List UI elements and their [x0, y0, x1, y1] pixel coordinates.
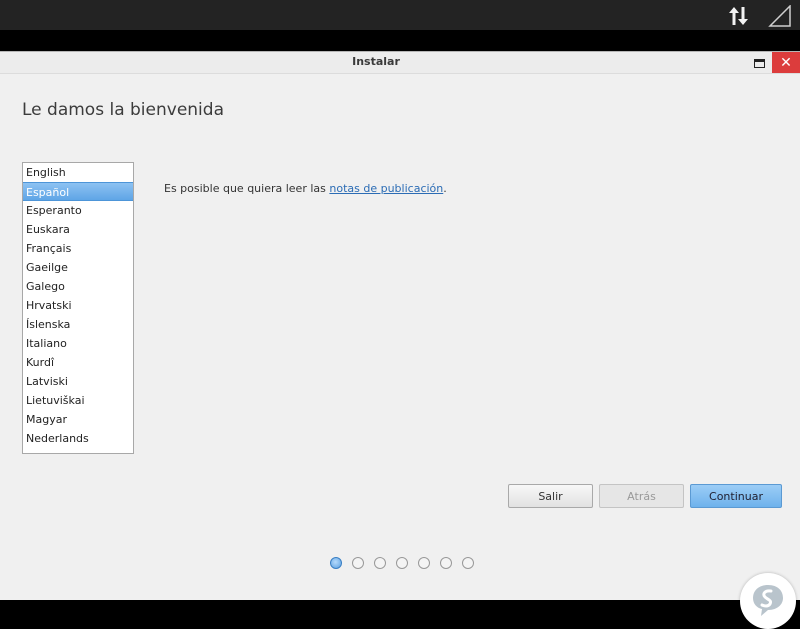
language-item[interactable]: Español: [23, 182, 133, 201]
signal-strength-icon[interactable]: [768, 5, 792, 27]
release-notes-link[interactable]: notas de publicación: [329, 182, 443, 195]
page-title: Le damos la bienvenida: [22, 100, 224, 120]
language-item[interactable]: Hrvatski: [23, 296, 133, 315]
release-notes-text: Es posible que quiera leer las notas de …: [164, 182, 447, 195]
step-dot: [418, 557, 430, 569]
language-item[interactable]: Esperanto: [23, 201, 133, 220]
language-item[interactable]: Italiano: [23, 334, 133, 353]
continue-button[interactable]: Continuar: [690, 484, 782, 508]
close-button[interactable]: ✕: [772, 52, 800, 73]
step-dot: [440, 557, 452, 569]
installer-window: Instalar ✕ Le damos la bienvenida Englis…: [0, 51, 800, 629]
language-item[interactable]: Magyar: [23, 410, 133, 429]
language-item[interactable]: Gaeilge: [23, 258, 133, 277]
window-title: Instalar: [352, 55, 400, 68]
step-dot: [352, 557, 364, 569]
close-icon: ✕: [780, 54, 792, 71]
solvetic-logo-icon: [740, 573, 796, 629]
step-dot: [396, 557, 408, 569]
step-indicator: [330, 557, 474, 569]
language-item[interactable]: English: [23, 163, 133, 182]
language-item[interactable]: Français: [23, 239, 133, 258]
language-item[interactable]: Nederlands: [23, 429, 133, 448]
language-item[interactable]: Íslenska: [23, 315, 133, 334]
quit-button[interactable]: Salir: [508, 484, 593, 508]
step-dot: [462, 557, 474, 569]
maximize-button[interactable]: [747, 54, 771, 72]
language-item[interactable]: Lietuviškai: [23, 391, 133, 410]
system-top-panel: [0, 0, 800, 30]
network-transfer-icon[interactable]: [728, 5, 750, 27]
language-item[interactable]: Kurdî: [23, 353, 133, 372]
back-button[interactable]: Atrás: [599, 484, 684, 508]
language-item[interactable]: Galego: [23, 277, 133, 296]
language-item[interactable]: Latviski: [23, 372, 133, 391]
step-dot: [330, 557, 342, 569]
language-item[interactable]: Euskara: [23, 220, 133, 239]
maximize-icon: [753, 58, 765, 68]
release-notes-suffix: .: [443, 182, 447, 195]
language-list[interactable]: English Español Esperanto Euskara Français Ga…: [22, 162, 134, 454]
release-notes-prefix: Es posible que quiera leer las: [164, 182, 330, 195]
window-titlebar[interactable]: Instalar ✕: [0, 52, 800, 74]
step-dot: [374, 557, 386, 569]
